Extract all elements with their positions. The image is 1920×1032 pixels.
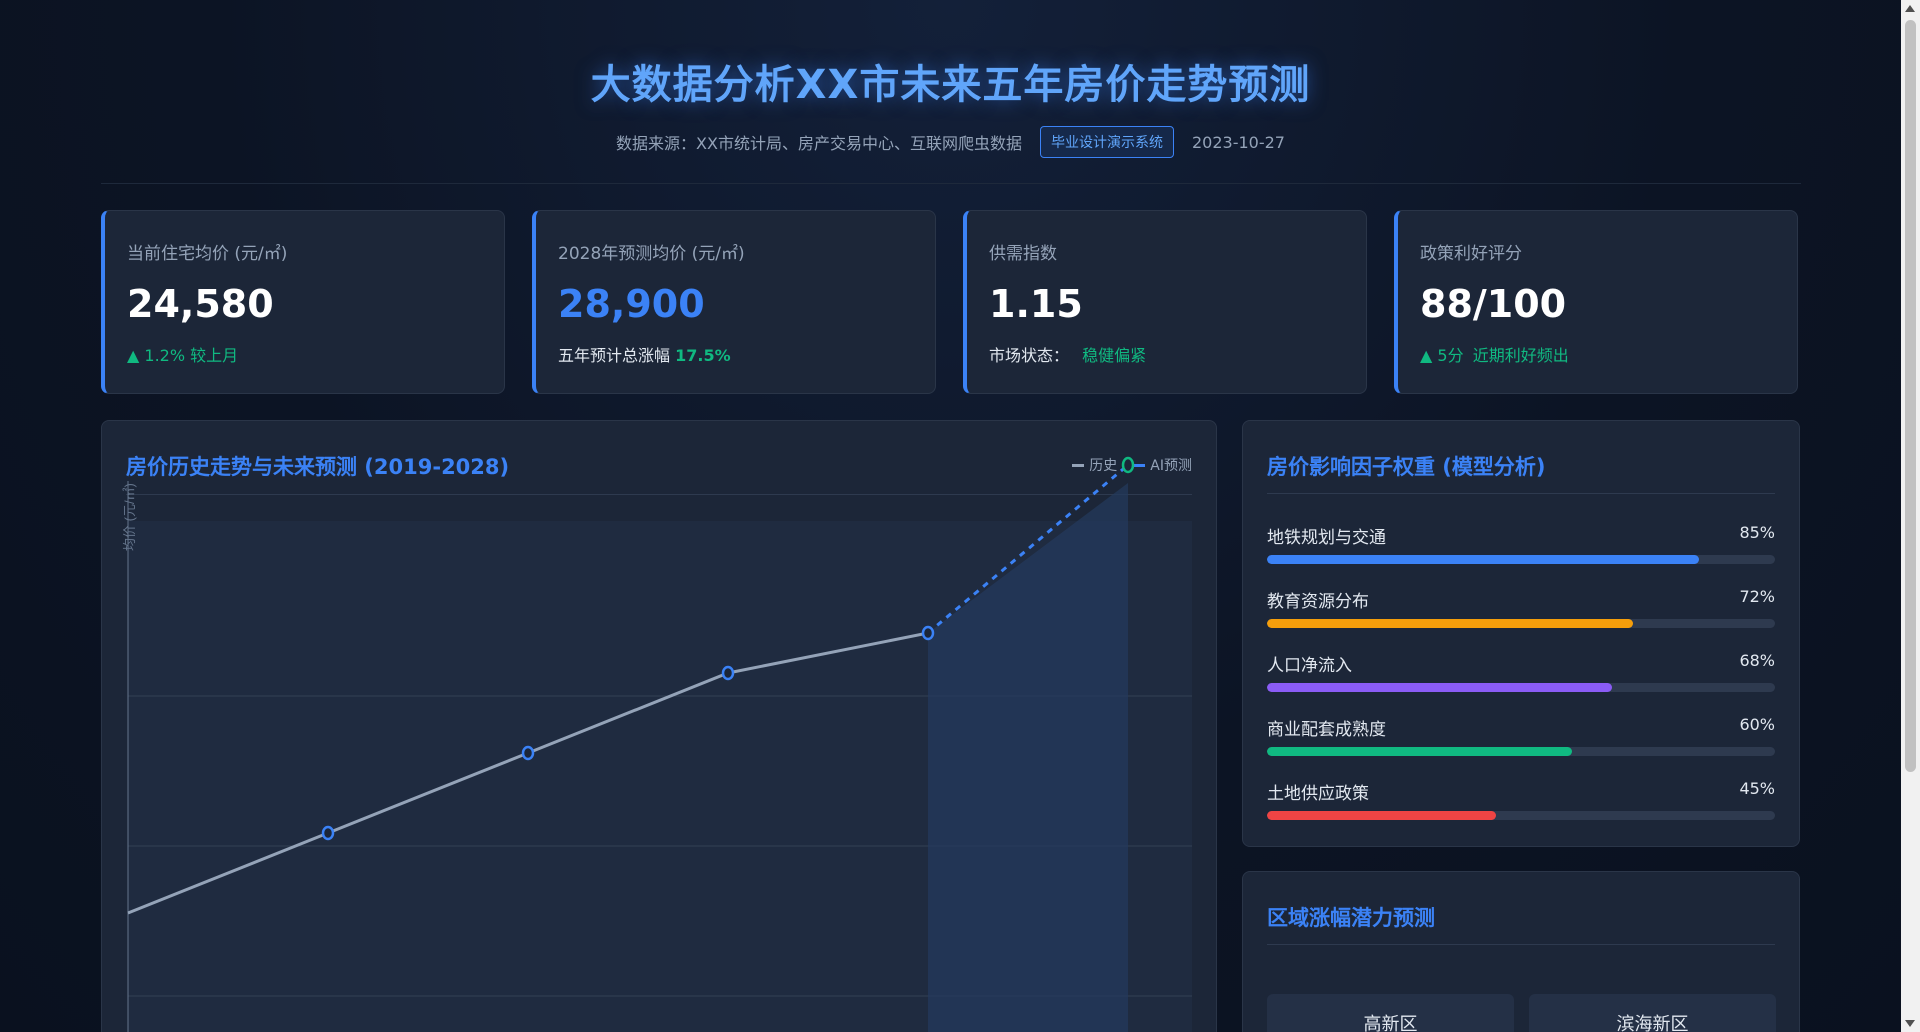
factor-pct: 68% <box>1739 651 1775 670</box>
kpi-change-value: 1.2% <box>144 346 186 365</box>
data-source-text: 数据来源：XX市统计局、房产交易中心、互联网爬虫数据 <box>616 134 1022 153</box>
history-point[interactable] <box>921 625 935 641</box>
header-subline: 数据来源：XX市统计局、房产交易中心、互联网爬虫数据 毕业设计演示系统 2023… <box>0 126 1901 158</box>
scroll-down-arrow-icon[interactable] <box>1905 1020 1915 1027</box>
history-point[interactable] <box>321 825 335 841</box>
factor-track <box>1267 683 1775 692</box>
region-card-gaoxin[interactable]: 高新区 <box>1267 994 1514 1032</box>
history-point[interactable] <box>721 665 735 681</box>
header-date: 2023-10-27 <box>1191 132 1285 152</box>
factor-name: 人口净流入 <box>1267 656 1352 676</box>
factor-bar <box>1267 747 1572 756</box>
kpi-sub-value: 稳健偏紧 <box>1082 346 1147 365</box>
factor-bar <box>1267 555 1699 564</box>
kpi-value: 1.15 <box>989 282 1083 326</box>
kpi-value: 24,580 <box>127 282 274 326</box>
factor-pct: 72% <box>1739 587 1775 606</box>
kpi-sub: 五年预计总涨幅 17.5% <box>558 342 935 366</box>
factor-name: 教育资源分布 <box>1267 592 1369 612</box>
forecast-point[interactable] <box>1121 456 1135 474</box>
factor-bar <box>1267 683 1613 692</box>
factor-weight-panel: 房价影响因子权重 (模型分析) 地铁规划与交通 85% 教育资源分布 72% 人… <box>1242 420 1800 847</box>
factor-track <box>1267 619 1775 628</box>
kpi-sub-value: 17.5% <box>675 346 731 365</box>
factor-item: 商业配套成熟度 60% <box>1267 715 1775 765</box>
factor-pct: 85% <box>1739 523 1775 542</box>
kpi-label: 2028年预测均价 (元/㎡) <box>558 244 745 264</box>
factor-track <box>1267 811 1775 820</box>
kpi-sub-text: 市场状态： <box>989 346 1070 365</box>
factor-pct: 45% <box>1739 779 1775 798</box>
up-arrow-icon: ▲ <box>1420 346 1433 365</box>
kpi-change-text: 较上月 <box>190 346 239 365</box>
factor-item: 地铁规划与交通 85% <box>1267 523 1775 573</box>
up-arrow-icon: ▲ <box>127 346 140 365</box>
factor-name: 商业配套成熟度 <box>1267 720 1386 740</box>
kpi-change-text: 近期利好频出 <box>1472 346 1569 365</box>
factor-name: 地铁规划与交通 <box>1267 528 1386 548</box>
kpi-label: 供需指数 <box>989 244 1057 264</box>
factor-panel-title: 房价影响因子权重 (模型分析) <box>1267 455 1546 479</box>
trend-chart-panel: 房价历史走势与未来预测 (2019-2028) 历史 AI预测 均价 (元/㎡) <box>101 420 1217 1032</box>
panel-divider <box>1267 493 1775 494</box>
kpi-value: 28,900 <box>558 282 705 326</box>
system-badge: 毕业设计演示系统 <box>1039 126 1174 158</box>
page-title: 大数据分析XX市未来五年房价走势预测 <box>590 62 1311 108</box>
factor-item: 教育资源分布 72% <box>1267 587 1775 637</box>
kpi-sub: ▲ 1.2% 较上月 <box>127 342 504 366</box>
factor-item: 土地供应政策 45% <box>1267 779 1775 829</box>
kpi-change-value: 5分 <box>1437 346 1464 365</box>
kpi-forecast-price: 2028年预测均价 (元/㎡) 28,900 五年预计总涨幅 17.5% <box>532 210 936 394</box>
factor-item: 人口净流入 68% <box>1267 651 1775 701</box>
factor-bar <box>1267 619 1633 628</box>
kpi-policy-score: 政策利好评分 88/100 ▲ 5分 近期利好频出 <box>1394 210 1798 394</box>
factor-track <box>1267 747 1775 756</box>
factor-name: 土地供应政策 <box>1267 784 1369 804</box>
trend-chart: 均价 (元/㎡) <box>122 456 1192 1032</box>
region-card-binhai[interactable]: 滨海新区 <box>1529 994 1776 1032</box>
page-scrollbar[interactable] <box>1901 0 1920 1032</box>
header-divider <box>101 183 1801 184</box>
kpi-current-price: 当前住宅均价 (元/㎡) 24,580 ▲ 1.2% 较上月 <box>101 210 505 394</box>
history-point[interactable] <box>521 745 535 761</box>
y-axis-label: 均价 (元/㎡) <box>122 483 137 551</box>
scroll-up-arrow-icon[interactable] <box>1905 5 1915 12</box>
kpi-sub: 市场状态： 稳健偏紧 <box>989 342 1366 366</box>
dashboard-page: 大数据分析XX市未来五年房价走势预测 数据来源：XX市统计局、房产交易中心、互联… <box>0 0 1901 1032</box>
kpi-sub: ▲ 5分 近期利好频出 <box>1420 342 1797 366</box>
scroll-thumb[interactable] <box>1905 20 1916 772</box>
factor-track <box>1267 555 1775 564</box>
factor-pct: 60% <box>1739 715 1775 734</box>
factor-bar <box>1267 811 1496 820</box>
kpi-sub-text: 五年预计总涨幅 <box>558 346 671 365</box>
kpi-label: 政策利好评分 <box>1420 244 1522 264</box>
panel-divider <box>1267 944 1775 945</box>
region-potential-panel: 区域涨幅潜力预测 高新区 滨海新区 <box>1242 871 1800 1032</box>
kpi-label: 当前住宅均价 (元/㎡) <box>127 244 288 264</box>
kpi-supply-demand: 供需指数 1.15 市场状态： 稳健偏紧 <box>963 210 1367 394</box>
region-panel-title: 区域涨幅潜力预测 <box>1267 906 1435 930</box>
kpi-value: 88/100 <box>1420 282 1567 326</box>
